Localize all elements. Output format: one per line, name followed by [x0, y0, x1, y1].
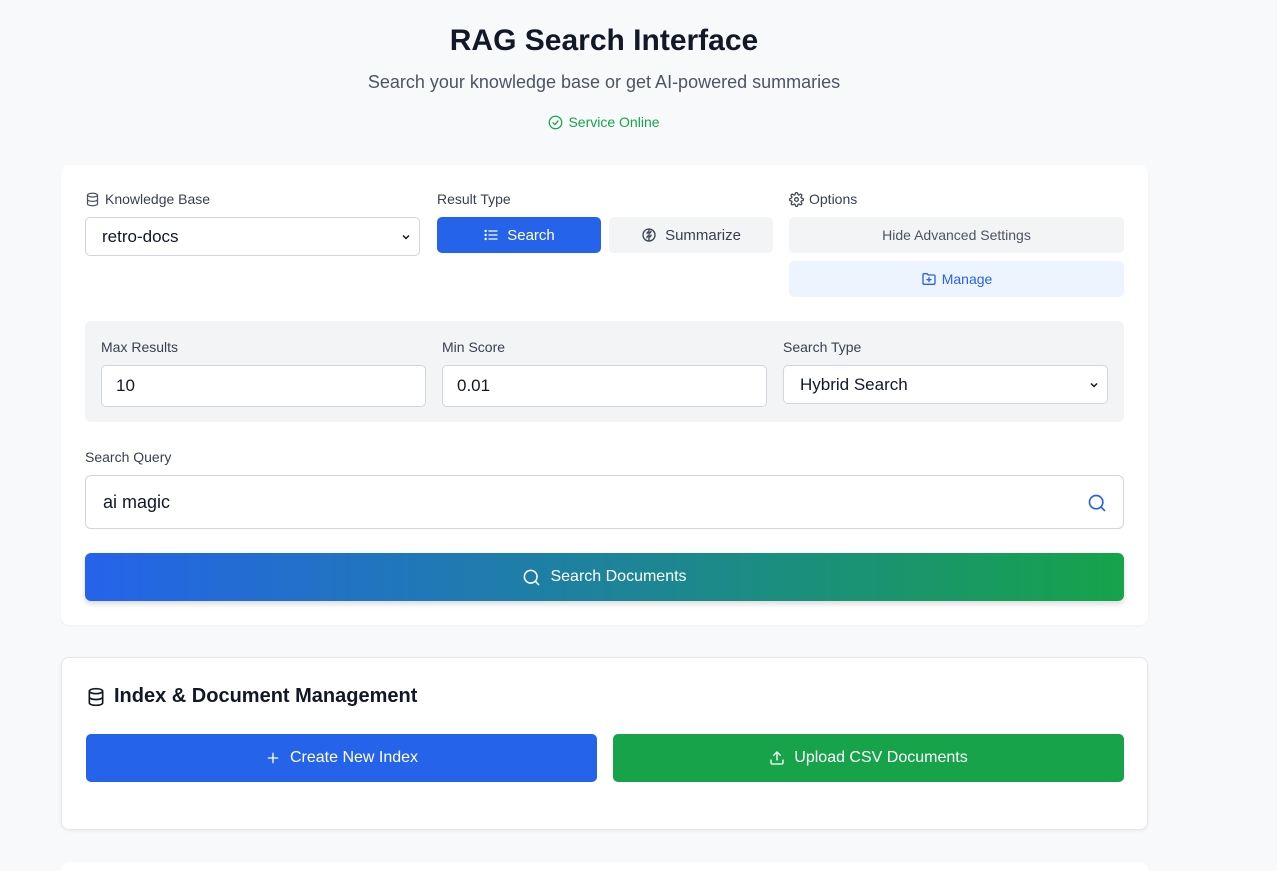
create-index-button[interactable]: Create New Index — [86, 734, 597, 782]
min-score-input[interactable]: 0.01 — [442, 365, 767, 407]
max-results-label: Max Results — [101, 339, 179, 355]
search-panel: Knowledge Base retro-docs Result Type Se… — [61, 165, 1148, 625]
manage-button[interactable]: Manage — [789, 261, 1124, 297]
result-type-search-button[interactable]: Search — [437, 217, 601, 253]
search-icon[interactable] — [1087, 493, 1107, 513]
plus-icon — [267, 752, 279, 764]
next-panel — [61, 862, 1148, 871]
list-icon — [484, 229, 498, 241]
min-score-label: Min Score — [442, 339, 506, 355]
check-circle-icon — [549, 115, 563, 129]
hide-advanced-settings-button[interactable]: Hide Advanced Settings — [789, 217, 1124, 253]
chevron-down-icon — [402, 234, 410, 240]
search-query-input[interactable]: ai magic — [85, 475, 1124, 529]
search-query-label: Search Query — [85, 449, 172, 465]
folder-plus-icon — [922, 273, 936, 285]
database-icon — [86, 192, 99, 206]
result-type-label: Result Type — [437, 191, 511, 207]
advanced-settings-panel: Max Results 10 Min Score 0.01 Search Typ… — [85, 321, 1124, 422]
upload-csv-button[interactable]: Upload CSV Documents — [613, 734, 1124, 782]
search-type-label: Search Type — [783, 339, 862, 355]
brain-icon — [642, 228, 656, 242]
gear-icon — [789, 191, 804, 207]
search-icon — [524, 569, 540, 585]
status-text: Service Online — [568, 114, 660, 130]
index-management-panel: Index & Document Management Create New I… — [61, 657, 1148, 830]
knowledge-base-select[interactable]: retro-docs — [85, 217, 420, 256]
options-label: Options — [789, 191, 857, 207]
max-results-input[interactable]: 10 — [101, 365, 426, 407]
knowledge-base-label: Knowledge Base — [85, 191, 210, 207]
search-type-select[interactable]: Hybrid Search — [783, 365, 1108, 404]
upload-icon — [770, 751, 784, 765]
service-status: Service Online — [0, 114, 1208, 130]
page-title: RAG Search Interface — [449, 24, 759, 57]
chevron-down-icon — [1090, 382, 1098, 388]
result-type-summarize-button[interactable]: Summarize — [609, 217, 773, 253]
search-documents-button[interactable]: Search Documents — [85, 553, 1124, 601]
section-title: Index & Document Management — [86, 685, 417, 708]
page-subtitle: Search your knowledge base or get AI-pow… — [367, 72, 841, 92]
database-icon — [88, 687, 104, 706]
